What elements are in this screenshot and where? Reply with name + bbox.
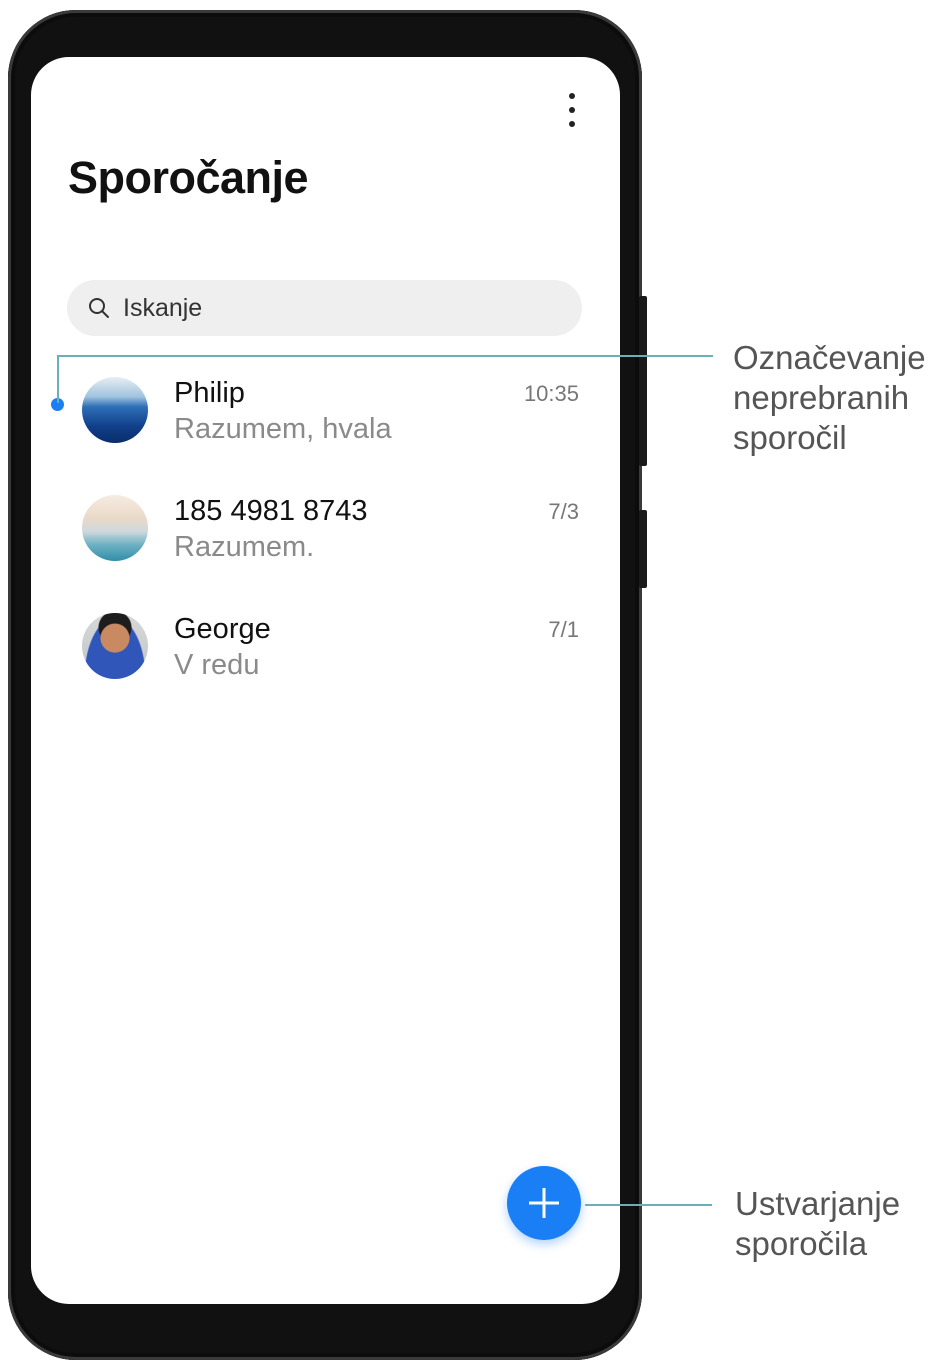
callout-compose: Ustvarjanje sporočila	[735, 1184, 900, 1264]
more-options-icon[interactable]	[560, 93, 584, 127]
page-title: Sporočanje	[68, 152, 309, 203]
message-time: 10:35	[523, 381, 579, 406]
message-time: 7/3	[548, 499, 579, 524]
conversation-item-number[interactable]: 185 4981 8743 Razumem. 7/3	[31, 475, 620, 593]
search-bar[interactable]: Iskanje	[67, 280, 582, 336]
message-preview: V redu	[174, 649, 260, 681]
callout-unread: Označevanje neprebranih sporočil	[733, 338, 926, 458]
avatar	[82, 377, 148, 443]
avatar	[82, 495, 148, 561]
contact-name: George	[174, 613, 271, 645]
callout-line-compose	[585, 1204, 712, 1206]
message-preview: Razumem.	[174, 531, 315, 563]
conversation-list: Philip Razumem, hvala 10:35 185 4981 874…	[31, 357, 620, 711]
conversation-item-george[interactable]: George V redu 7/1	[31, 593, 620, 711]
dot	[569, 93, 575, 99]
callout-line-3: sporočil	[733, 419, 847, 456]
avatar	[82, 613, 148, 679]
phone-screen: Sporočanje Iskanje Philip Razumem, hvala…	[31, 57, 620, 1304]
callout-line-1: Označevanje	[733, 339, 926, 376]
callout-line-2: neprebranih	[733, 379, 910, 416]
search-input[interactable]: Iskanje	[123, 294, 202, 323]
conversation-item-philip[interactable]: Philip Razumem, hvala 10:35	[31, 357, 620, 475]
volume-button	[639, 296, 647, 466]
search-icon	[89, 298, 109, 318]
callout-line-unread-vertical	[57, 355, 59, 403]
message-preview: Razumem, hvala	[174, 413, 392, 445]
new-message-button[interactable]	[507, 1166, 581, 1240]
dot	[569, 107, 575, 113]
dot	[569, 121, 575, 127]
contact-name: 185 4981 8743	[174, 495, 368, 527]
callout-line-unread	[57, 355, 713, 357]
callout-line-2: sporočila	[735, 1225, 868, 1262]
callout-line-1: Ustvarjanje	[735, 1185, 901, 1222]
contact-name: Philip	[174, 377, 245, 409]
message-time: 7/1	[548, 617, 579, 642]
power-button	[639, 510, 647, 588]
